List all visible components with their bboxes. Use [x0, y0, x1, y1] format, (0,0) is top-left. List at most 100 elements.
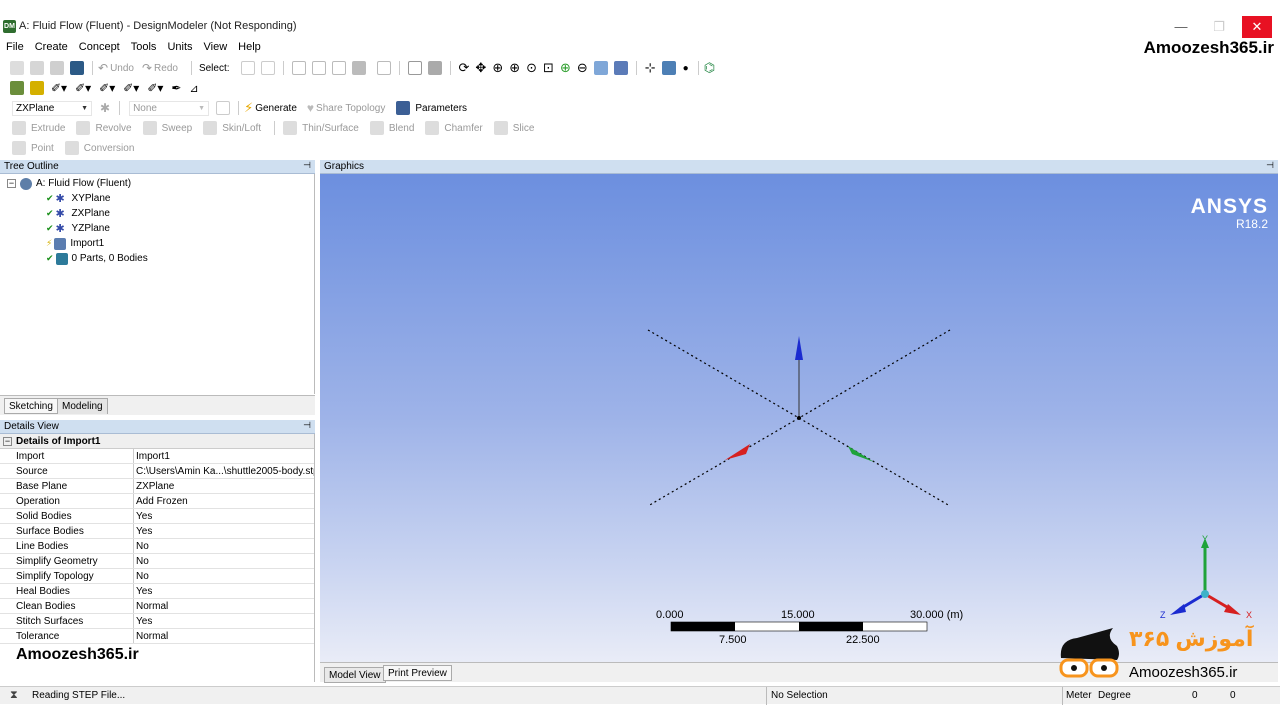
pin-icon[interactable]: ⊣	[1266, 160, 1274, 171]
details-row[interactable]: Line Bodies No	[0, 539, 314, 554]
tree-item-zxplane[interactable]: ✔ ✱ ZXPlane	[46, 206, 110, 221]
select-faces-icon[interactable]	[331, 61, 346, 75]
look-at-plane-icon[interactable]: ✱	[100, 101, 110, 115]
details-row[interactable]: Heal Bodies Yes	[0, 584, 314, 599]
pin-icon[interactable]: ⊣	[303, 420, 311, 431]
details-row-value[interactable]: Normal	[134, 599, 314, 613]
menu-tools[interactable]: Tools	[125, 38, 162, 56]
zoom-out-icon[interactable]: ⊖	[577, 60, 588, 76]
box-zoom-icon[interactable]: ⊕	[509, 60, 520, 76]
dimension-tool-icon[interactable]: ✐▾	[147, 81, 163, 95]
menu-concept[interactable]: Concept	[73, 38, 125, 56]
export-icon[interactable]	[50, 61, 64, 75]
details-row-value[interactable]: Add Frozen	[134, 494, 314, 508]
slice-button[interactable]: Slice	[513, 123, 535, 134]
revolve-button[interactable]: Revolve	[95, 123, 131, 134]
details-row-value[interactable]: Yes	[134, 584, 314, 598]
tree-item-xyplane[interactable]: ✔ ✱ XYPlane	[46, 191, 110, 206]
redo-button[interactable]: Redo	[154, 63, 178, 74]
select-filter-icon[interactable]	[260, 61, 275, 75]
blend-button[interactable]: Blend	[389, 123, 415, 134]
details-row-value[interactable]: ZXPlane	[134, 479, 314, 493]
pin-icon[interactable]: ⊣	[303, 160, 311, 171]
tree-item-import1[interactable]: ⚡ Import1	[46, 236, 104, 251]
display-points-icon[interactable]: ●	[683, 63, 689, 74]
tab-modeling[interactable]: Modeling	[57, 398, 108, 414]
zoom-to-fit-icon[interactable]: ⊙	[526, 60, 537, 76]
extrude-button[interactable]: Extrude	[31, 123, 65, 134]
sweep-button[interactable]: Sweep	[162, 123, 193, 134]
select-points-icon[interactable]	[291, 61, 306, 75]
details-row-value[interactable]: Yes	[134, 524, 314, 538]
tree-item-parts-bodies[interactable]: ✔ 0 Parts, 0 Bodies	[46, 251, 148, 266]
box-select-icon[interactable]	[407, 61, 422, 75]
paint-select-icon[interactable]	[427, 61, 442, 75]
new-icon[interactable]	[10, 61, 24, 75]
rotate-icon[interactable]: ⟳	[459, 60, 470, 76]
skin-loft-button[interactable]: Skin/Loft	[222, 123, 261, 134]
details-row[interactable]: Simplify Geometry No	[0, 554, 314, 569]
arc-tool-icon[interactable]: ✐▾	[99, 81, 115, 95]
look-at-icon[interactable]: ⌬	[704, 60, 715, 76]
details-row-value[interactable]: No	[134, 569, 314, 583]
details-row-value[interactable]: Normal	[134, 629, 314, 643]
details-row[interactable]: Tolerance Normal	[0, 629, 314, 644]
tab-model-view[interactable]: Model View	[324, 667, 386, 683]
tab-sketching[interactable]: Sketching	[4, 398, 58, 414]
next-view-icon[interactable]	[613, 61, 628, 75]
collapse-icon[interactable]: −	[3, 437, 12, 446]
tree-root-node[interactable]: − A: Fluid Flow (Fluent)	[7, 176, 131, 191]
share-topology-button[interactable]: Share Topology	[316, 103, 385, 114]
close-button[interactable]: ✕	[1242, 16, 1272, 38]
details-row-value[interactable]: Yes	[134, 509, 314, 523]
menu-help[interactable]: Help	[232, 38, 266, 56]
zoom-box-icon[interactable]: ⊡	[543, 60, 554, 76]
details-row-value[interactable]: Yes	[134, 614, 314, 628]
menu-view[interactable]: View	[198, 38, 233, 56]
new-sketch-icon[interactable]	[30, 81, 44, 95]
polyline-tool-icon[interactable]: ✐▾	[75, 81, 91, 95]
thin-surface-button[interactable]: Thin/Surface	[302, 123, 359, 134]
constraint-icon[interactable]: ⊿	[189, 82, 198, 95]
sketch-dropdown[interactable]: None ▼	[129, 100, 210, 116]
details-row[interactable]: Import Import1	[0, 449, 314, 464]
menu-units[interactable]: Units	[161, 38, 197, 56]
collapse-icon[interactable]: −	[7, 179, 16, 188]
details-row[interactable]: Clean Bodies Normal	[0, 599, 314, 614]
tree-item-yzplane[interactable]: ✔ ✱ YZPlane	[46, 221, 110, 236]
new-sketch-button-icon[interactable]	[216, 101, 231, 115]
menu-file[interactable]: File	[0, 38, 29, 56]
details-row[interactable]: Solid Bodies Yes	[0, 509, 314, 524]
redo-icon[interactable]: ↷	[142, 61, 152, 75]
select-edges-icon[interactable]	[311, 61, 326, 75]
menu-create[interactable]: Create	[29, 38, 73, 56]
details-row[interactable]: Stitch Surfaces Yes	[0, 614, 314, 629]
save-icon[interactable]	[30, 61, 44, 75]
details-row[interactable]: Base Plane ZXPlane	[0, 479, 314, 494]
details-row[interactable]: Surface Bodies Yes	[0, 524, 314, 539]
undo-icon[interactable]: ↶	[98, 61, 108, 75]
triad-view-icon[interactable]: ⊹	[645, 60, 656, 76]
spline-tool-icon[interactable]: ✐▾	[123, 81, 139, 95]
maximize-button[interactable]: ❐	[1204, 16, 1234, 38]
conversion-button[interactable]: Conversion	[84, 143, 135, 154]
screenshot-icon[interactable]	[70, 61, 84, 75]
pan-icon[interactable]: ✥	[475, 60, 486, 76]
display-planes-icon[interactable]	[661, 61, 676, 75]
details-row[interactable]: Source C:\Users\Amin Ka...\shuttle2005-bo…	[0, 464, 314, 479]
line-tool-icon[interactable]: ✐▾	[51, 81, 67, 95]
magnifier-icon[interactable]: ⊕	[560, 60, 571, 76]
plane-dropdown[interactable]: ZXPlane ▼	[12, 100, 92, 116]
details-row[interactable]: Operation Add Frozen	[0, 494, 314, 509]
chamfer-button[interactable]: Chamfer	[444, 123, 482, 134]
details-row-value[interactable]: No	[134, 554, 314, 568]
details-row-value[interactable]: Import1	[134, 449, 314, 463]
previous-view-icon[interactable]	[593, 61, 608, 75]
generate-button[interactable]: Generate	[255, 103, 297, 114]
details-row-value[interactable]: No	[134, 539, 314, 553]
details-row-value[interactable]: C:\Users\Amin Ka...\shuttle2005-body.stp	[134, 464, 314, 478]
select-mode-icon[interactable]	[240, 61, 255, 75]
parameters-button[interactable]: Parameters	[415, 103, 467, 114]
details-row[interactable]: Simplify Topology No	[0, 569, 314, 584]
new-plane-icon[interactable]	[10, 81, 24, 95]
